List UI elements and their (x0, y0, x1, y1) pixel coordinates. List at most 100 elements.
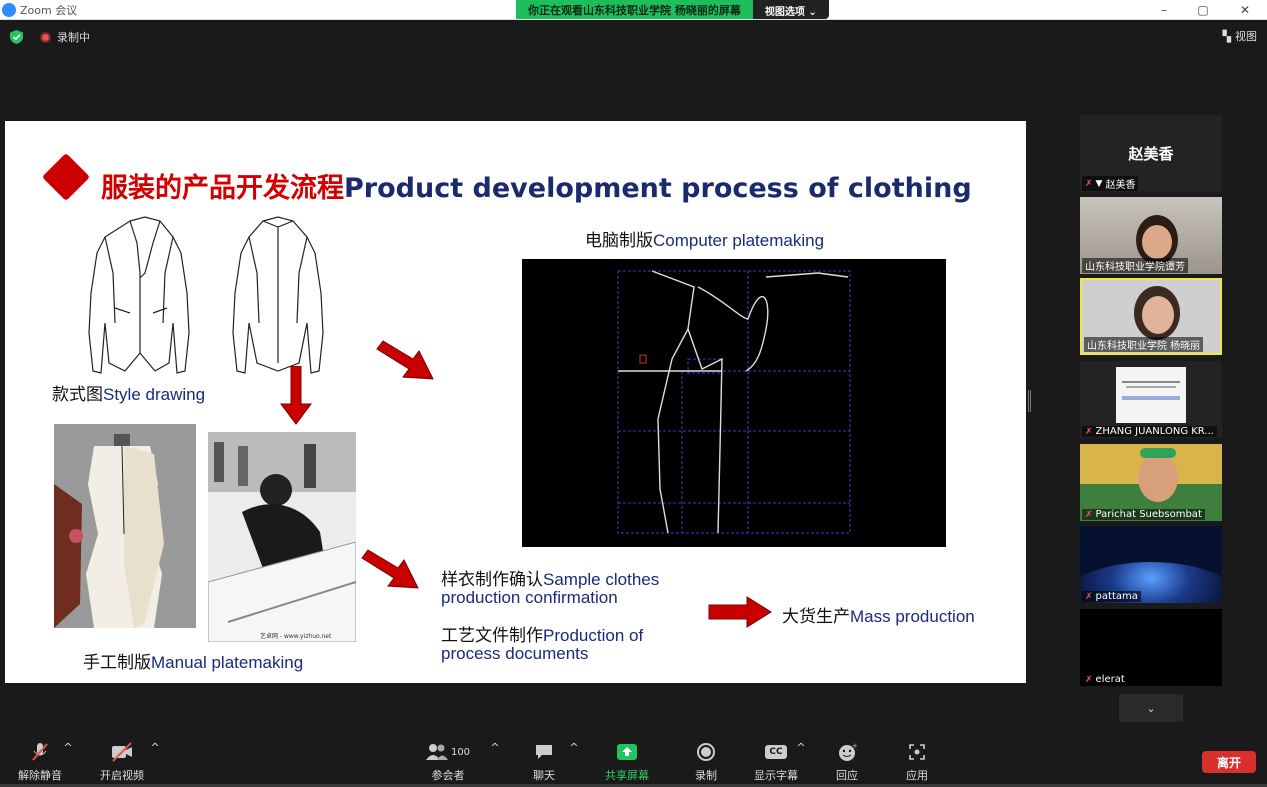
computer-pattern-image (522, 259, 946, 547)
participant-tile[interactable]: ✗ Parichat Suebsombat (1080, 444, 1222, 521)
participant-tile[interactable]: ✗ pattama (1080, 526, 1222, 603)
jacket-style-sketch (88, 216, 324, 374)
view-options-button[interactable]: 视图选项 ⌄ (752, 0, 829, 19)
recording-label: 录制中 (57, 31, 90, 44)
mic-muted-icon: ✗ (1085, 426, 1093, 437)
slide-title-cn: 服装的产品开发流程 (101, 173, 344, 204)
participant-name-tag: 山东科技职业学院谭芳 (1082, 258, 1188, 273)
participant-name-tag: ✗ elerat (1082, 674, 1128, 685)
apps-icon (882, 741, 952, 763)
participant-name-tag: ✗ Parichat Suebsombat (1082, 509, 1205, 520)
chevron-down-icon: ⌄ (1146, 701, 1156, 715)
panel-resize-handle[interactable] (1028, 390, 1031, 412)
minimize-button[interactable]: – (1152, 1, 1176, 19)
maximize-button[interactable]: ▢ (1191, 1, 1215, 19)
sample-en-1: Sample clothes (543, 570, 660, 589)
svg-text:+: + (852, 742, 857, 750)
record-dot-icon (40, 31, 51, 43)
photo-watermark: 艺卓网 - www.yizhuo.net (260, 633, 332, 640)
leave-meeting-button[interactable]: 离开 (1202, 751, 1256, 773)
computer-platemaking-caption: 电脑制版Computer platemaking (585, 226, 824, 251)
security-shield-icon[interactable] (10, 30, 23, 44)
dress-form-photo (54, 424, 196, 628)
view-label: 视图 (1235, 30, 1257, 43)
sample-en-2: production confirmation (441, 588, 618, 607)
participants-label: 参会者 (431, 769, 465, 782)
captions-label: 显示字幕 (754, 769, 798, 782)
chat-label: 聊天 (533, 769, 555, 782)
apps-button[interactable]: 应用 (882, 741, 952, 783)
sample-caption: 样衣制作确认Sample clothes (441, 565, 659, 590)
meeting-top-bar: 录制中 ▚ 视图 (0, 20, 1267, 54)
mic-muted-icon: ✗ (1085, 178, 1093, 189)
participant-tile[interactable]: 山东科技职业学院谭芳 (1080, 197, 1222, 274)
close-button[interactable]: ✕ (1233, 1, 1257, 19)
app-title-text: Zoom 会议 (20, 4, 78, 17)
participant-name: ZHANG JUANLONG KR... (1095, 426, 1214, 437)
apps-label: 应用 (906, 769, 928, 782)
participant-tile[interactable]: ✗ elerat (1080, 609, 1222, 686)
manual-cn: 手工制版 (83, 653, 151, 672)
pin-icon: ▼ (1095, 178, 1103, 189)
mic-muted-icon: ✗ (1085, 509, 1093, 520)
red-diamond-bullet (41, 152, 91, 202)
participant-name-tag: ✗ ZHANG JUANLONG KR... (1082, 426, 1217, 437)
start-video-label: 开启视频 (100, 769, 144, 782)
grid-view-icon: ▚ (1222, 29, 1231, 43)
style-drawing-caption: 款式图Style drawing (52, 380, 205, 405)
participant-name: Parichat Suebsombat (1095, 509, 1202, 520)
computer-en: Computer platemaking (653, 231, 825, 250)
participant-shared-slide-thumb (1116, 367, 1186, 423)
participant-tile-active[interactable]: 山东科技职业学院 杨晓丽 (1080, 278, 1222, 355)
participant-name: 山东科技职业学院 杨晓丽 (1087, 341, 1201, 352)
sample-cn: 样衣制作确认 (441, 570, 543, 589)
style-drawing-en: Style drawing (103, 385, 206, 404)
diagonal-arrow-2-icon (361, 549, 419, 589)
unmute-label: 解除静音 (18, 769, 62, 782)
share-banner-message: 你正在观看山东科技职业学院 杨晓丽的屏幕 (516, 0, 753, 19)
recording-indicator[interactable]: 录制中 (40, 29, 90, 45)
mic-muted-icon: ✗ (1085, 591, 1093, 602)
participant-name-tag: ✗ pattama (1082, 591, 1141, 602)
participant-name: pattama (1095, 591, 1138, 602)
zoom-logo-icon (2, 3, 16, 17)
record-icon (671, 741, 741, 763)
share-screen-label: 共享屏幕 (605, 769, 649, 782)
mass-en: Mass production (850, 607, 975, 626)
view-button[interactable]: ▚ 视图 (1223, 28, 1257, 44)
share-screen-button[interactable]: 共享屏幕 (592, 741, 662, 783)
green-cap (1140, 448, 1176, 458)
participant-face (1142, 225, 1172, 259)
diagonal-arrow-icon (376, 340, 434, 380)
slide-title: 服装的产品开发流程Product development process of … (101, 166, 972, 205)
participant-name: 赵美香 (1105, 180, 1136, 191)
participant-tile[interactable]: ✗ ZHANG JUANLONG KR... (1080, 361, 1222, 438)
participant-tile[interactable]: 赵美香 ✗ ▼ 赵美香 (1080, 115, 1222, 192)
participant-big-name: 赵美香 (1128, 145, 1174, 163)
process-caption: 工艺文件制作Production of (441, 621, 643, 646)
share-screen-icon (592, 741, 662, 763)
slide-title-en: Product development process of clothing (344, 173, 972, 204)
style-drawing-cn: 款式图 (52, 385, 103, 404)
shared-slide: 服装的产品开发流程Product development process of … (5, 121, 1026, 683)
participant-name-tag: ✗ ▼ 赵美香 (1082, 176, 1139, 191)
video-options-caret[interactable]: ^ (120, 741, 190, 754)
gallery-scroll-down-button[interactable]: ⌄ (1119, 694, 1183, 722)
mass-cn: 大货生产 (782, 607, 850, 626)
reactions-label: 回应 (836, 769, 858, 782)
share-banner: 你正在观看山东科技职业学院 杨晓丽的屏幕 视图选项 ⌄ (516, 0, 829, 19)
record-button[interactable]: 录制 (671, 741, 741, 783)
process-en-1: Production of (543, 626, 644, 645)
down-arrow-icon (280, 366, 312, 425)
record-label: 录制 (695, 769, 717, 782)
computer-cn: 电脑制版 (585, 231, 653, 250)
right-arrow-icon (708, 596, 772, 628)
manual-drafting-photo: 艺卓网 - www.yizhuo.net (208, 432, 356, 642)
participant-face (1142, 296, 1174, 334)
process-en-2: process documents (441, 644, 589, 663)
manual-platemaking-caption: 手工制版Manual platemaking (83, 648, 303, 673)
meeting-toolbar: 解除静音 ^ 开启视频 ^ 100 参会者 ^ 聊天 ^ 共享屏幕 录制 CC … (0, 733, 1267, 787)
reactions-button[interactable]: + 回应 (812, 741, 882, 783)
mic-muted-icon: ✗ (1085, 674, 1093, 685)
participant-name: 山东科技职业学院谭芳 (1085, 262, 1185, 273)
